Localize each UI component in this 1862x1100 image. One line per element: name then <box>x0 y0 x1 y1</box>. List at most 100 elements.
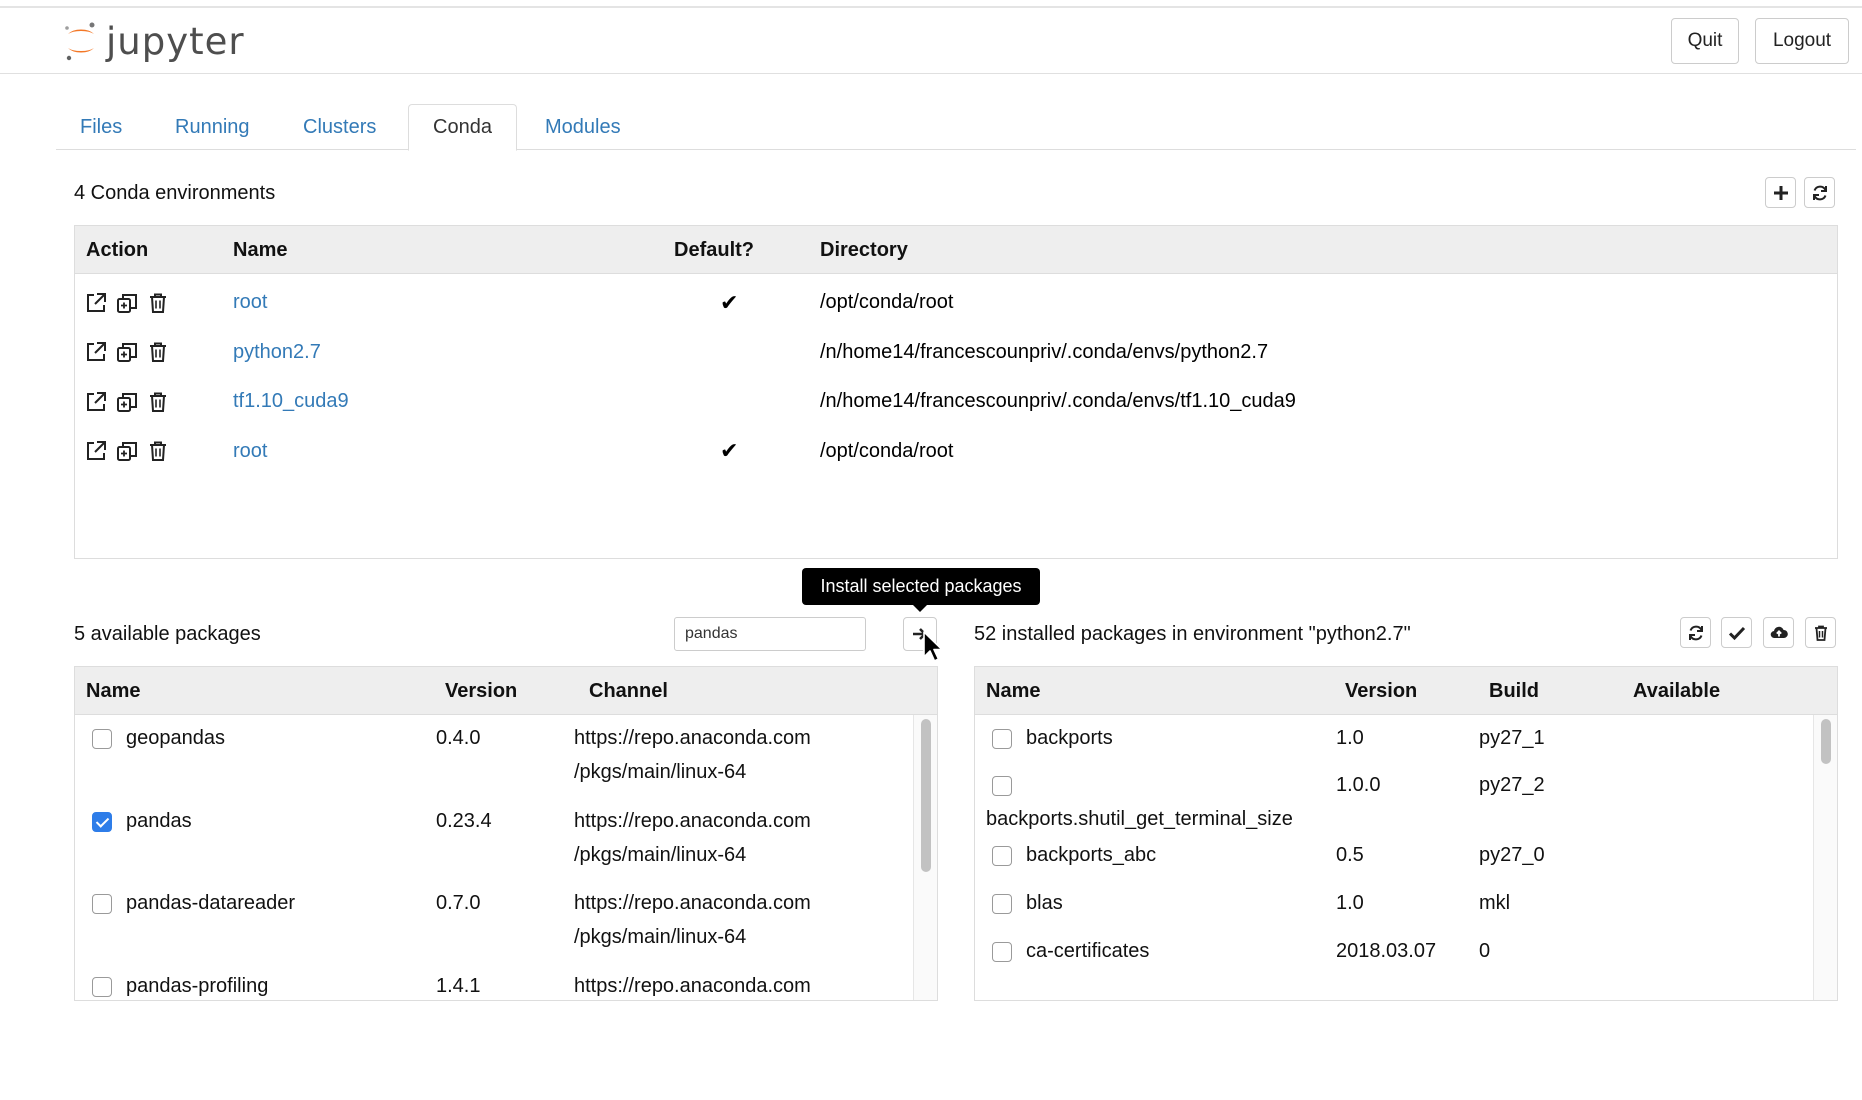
external-link-icon[interactable] <box>85 292 107 314</box>
package-version: 2018.03.07 <box>1336 940 1437 962</box>
environment-actions <box>85 427 178 476</box>
column-header-default[interactable]: Default? <box>674 226 754 274</box>
column-header-name[interactable]: Name <box>986 667 1040 715</box>
installed-packages-table: Name Version Build Available backports 1.… <box>974 666 1838 1001</box>
plus-icon <box>1773 185 1788 200</box>
package-checkbox[interactable] <box>992 776 1012 796</box>
available-package-row[interactable]: geopandas 0.4.0 https://repo.anaconda.com /… <box>75 727 937 810</box>
column-header-directory[interactable]: Directory <box>820 226 908 274</box>
add-environment-button[interactable] <box>1765 177 1796 208</box>
package-channel-path: /pkgs/main/linux-64 <box>574 761 747 783</box>
column-header-version[interactable]: Version <box>445 667 517 715</box>
column-header-available[interactable]: Available <box>1633 667 1720 715</box>
available-scrollbar[interactable] <box>913 715 937 1000</box>
available-scrollbar-thumb[interactable] <box>921 719 931 873</box>
update-packages-button[interactable] <box>1680 617 1711 648</box>
quit-button[interactable]: Quit <box>1671 18 1739 64</box>
trash-icon[interactable] <box>147 341 169 363</box>
environment-actions <box>85 278 178 327</box>
trash-icon[interactable] <box>147 292 169 314</box>
column-header-name[interactable]: Name <box>86 667 140 715</box>
package-version: 0.4.0 <box>436 727 481 749</box>
external-link-icon[interactable] <box>85 391 107 413</box>
column-header-version[interactable]: Version <box>1345 667 1417 715</box>
environment-row[interactable]: root ✔ /opt/conda/root <box>75 278 1837 327</box>
environment-name-link[interactable]: tf1.10_cuda9 <box>233 377 349 426</box>
installed-package-row[interactable]: ca-certificates 2018.03.07 0 <box>975 940 1837 988</box>
mouse-cursor-icon <box>923 631 943 662</box>
column-header-channel[interactable]: Channel <box>589 667 668 715</box>
environment-name-link[interactable]: root <box>233 278 267 327</box>
export-environment-button[interactable] <box>1763 617 1794 648</box>
package-checkbox[interactable] <box>92 811 112 832</box>
refresh-icon <box>1688 625 1703 640</box>
logout-button[interactable]: Logout <box>1755 18 1849 64</box>
environment-row[interactable]: python2.7/n/home14/francescounpriv/.cond… <box>75 328 1837 377</box>
remove-packages-button[interactable] <box>1805 617 1836 648</box>
package-name: backports <box>1026 727 1113 749</box>
package-checkbox[interactable] <box>92 894 112 914</box>
package-build: mkl <box>1479 892 1511 914</box>
tab-modules[interactable]: Modules <box>521 104 645 151</box>
external-link-icon[interactable] <box>85 440 107 462</box>
package-version: 0.5 <box>1336 844 1364 866</box>
installed-package-row[interactable]: backports 1.0 py27_1 <box>975 727 1837 775</box>
available-package-row[interactable]: pandas-datareader 0.7.0 https://repo.anaco… <box>75 892 937 975</box>
clone-icon[interactable] <box>116 292 138 314</box>
trash-icon[interactable] <box>147 391 169 413</box>
package-version: 1.0.0 <box>1336 774 1381 796</box>
install-tooltip: Install selected packages <box>802 568 1040 605</box>
package-checkbox[interactable] <box>92 729 112 749</box>
environment-row[interactable]: root ✔ /opt/conda/root <box>75 427 1837 476</box>
check-packages-button[interactable] <box>1721 617 1752 648</box>
external-link-icon[interactable] <box>85 341 107 363</box>
cloud-upload-icon <box>1770 626 1788 638</box>
environment-name-link[interactable]: root <box>233 427 267 476</box>
environment-row[interactable]: tf1.10_cuda9/n/home14/francescounpriv/.c… <box>75 377 1837 426</box>
clone-icon[interactable] <box>116 391 138 413</box>
package-search-input[interactable] <box>674 617 866 651</box>
package-channel: https://repo.anaconda.com <box>574 809 811 832</box>
refresh-environments-button[interactable] <box>1804 177 1835 208</box>
tab-clusters[interactable]: Clusters <box>279 104 400 151</box>
check-icon <box>1728 626 1745 640</box>
environment-actions <box>85 377 178 426</box>
column-header-build[interactable]: Build <box>1489 667 1539 715</box>
tooltip-arrow <box>913 605 927 612</box>
installed-table-header: Name Version Build Available <box>975 667 1837 715</box>
installed-package-row[interactable]: backports.shutil_get_terminal_size 1.0.0 p… <box>975 774 1837 844</box>
package-checkbox[interactable] <box>992 894 1012 914</box>
tab-conda[interactable]: Conda <box>408 104 517 151</box>
package-name: ca-certificates <box>1026 940 1150 962</box>
package-checkbox[interactable] <box>992 846 1012 866</box>
trash-icon[interactable] <box>147 440 169 462</box>
logo-text: jupyter <box>106 19 245 63</box>
installed-package-row[interactable]: backports_abc 0.5 py27_0 <box>975 844 1837 892</box>
package-name: backports.shutil_get_terminal_size <box>986 808 1293 830</box>
available-package-row[interactable]: pandas 0.23.4 https://repo.anaconda.com/pk… <box>75 810 937 893</box>
package-channel: https://repo.anaconda.com <box>574 974 811 997</box>
clone-icon[interactable] <box>116 440 138 462</box>
environment-name-link[interactable]: python2.7 <box>233 328 321 377</box>
installed-scrollbar-thumb[interactable] <box>1821 719 1831 764</box>
package-version: 1.0 <box>1336 727 1364 749</box>
column-header-name[interactable]: Name <box>233 226 287 274</box>
package-version: 0.7.0 <box>436 892 481 914</box>
header: jupyter Quit Logout <box>0 8 1862 74</box>
installed-package-row[interactable]: blas 1.0 mkl <box>975 892 1837 940</box>
package-checkbox[interactable] <box>992 942 1012 962</box>
available-package-row[interactable]: pandas-profiling 1.4.1 https://repo.anacon… <box>75 974 937 1001</box>
package-channel-path: /pkgs/main/linux-64 <box>574 843 747 866</box>
available-packages-table: Name Version Channel geopandas 0.4.0 https… <box>74 666 938 1001</box>
installed-scrollbar[interactable] <box>1813 715 1837 1000</box>
package-checkbox[interactable] <box>92 976 112 997</box>
tab-files[interactable]: Files <box>56 104 146 151</box>
package-name: pandas-datareader <box>126 892 296 914</box>
jupyter-logo[interactable]: jupyter <box>62 18 245 64</box>
environments-table-header: Action Name Default? Directory <box>75 226 1837 274</box>
package-checkbox[interactable] <box>992 729 1012 749</box>
jupyter-logo-icon <box>65 22 95 61</box>
clone-icon[interactable] <box>116 341 138 363</box>
tab-running[interactable]: Running <box>151 104 274 151</box>
environment-directory: /n/home14/francescounpriv/.conda/envs/tf… <box>820 390 1296 412</box>
